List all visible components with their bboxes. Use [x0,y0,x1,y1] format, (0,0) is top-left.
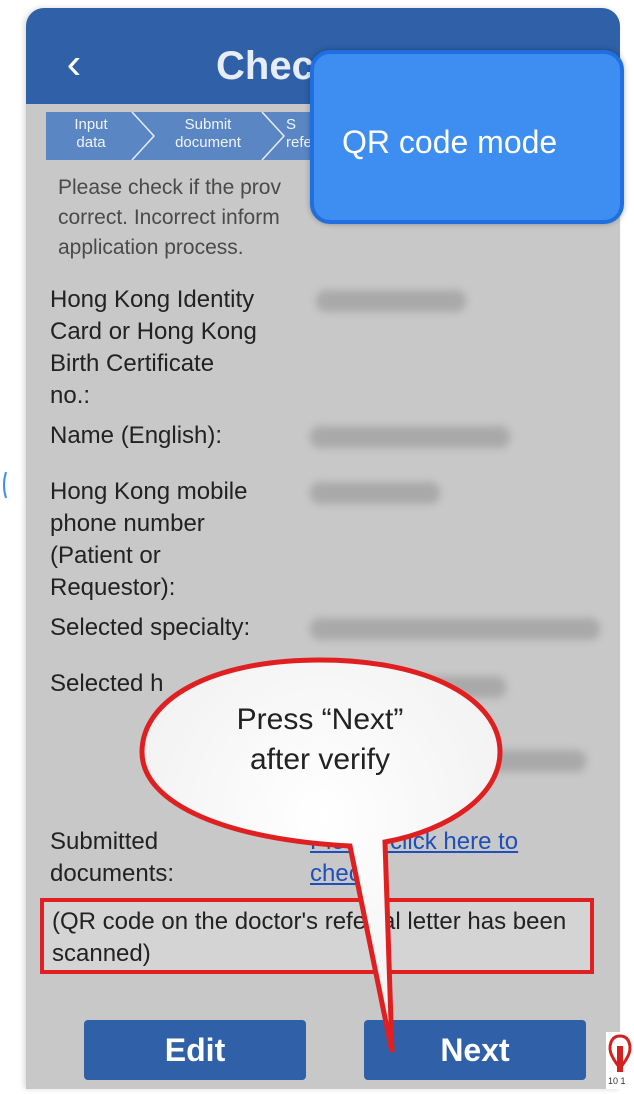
press-next-callout-text: Press “Next” after verify [236,703,404,776]
page-title: Chec [216,44,314,88]
qr-mode-callout: QR code mode [310,50,624,224]
logo-caption: 10 1 [608,1076,626,1086]
hospital-value-line2-redacted [456,750,586,772]
step-input-data: Input data [74,116,108,151]
hospital-label: Selected h [50,670,164,697]
phone-value-redacted [310,482,440,504]
specialty-label: Selected specialty: [50,614,251,641]
chevron-left-icon: ‹ [66,39,82,88]
hospital-authority-logo: 10 1 [606,1032,634,1089]
hkid-value-redacted [316,290,466,312]
hospital-value-redacted [406,676,506,698]
hkid-label: Hong Kong Identity Card or Hong Kong Bir… [50,286,257,409]
edit-button[interactable]: Edit [84,1020,306,1080]
documents-label: Submitted documents: [50,828,175,887]
name-value-redacted [310,426,510,448]
step-chevron-icon [261,112,286,160]
next-button[interactable]: Next [364,1020,586,1080]
phone-label: Hong Kong mobile phone number (Patient o… [50,478,248,601]
qr-mode-callout-text: QR code mode [342,124,558,160]
back-button[interactable]: ‹ [56,38,92,90]
step-submit-document: Submit document [175,116,241,151]
side-edge-mark [0,470,8,500]
check-documents-link[interactable]: Please click here to check [310,826,590,890]
specialty-value-redacted [310,618,600,640]
step-chevron-icon [131,112,156,160]
name-label: Name (English): [50,422,223,449]
qr-scanned-note: (QR code on the doctor's referral letter… [40,898,594,974]
